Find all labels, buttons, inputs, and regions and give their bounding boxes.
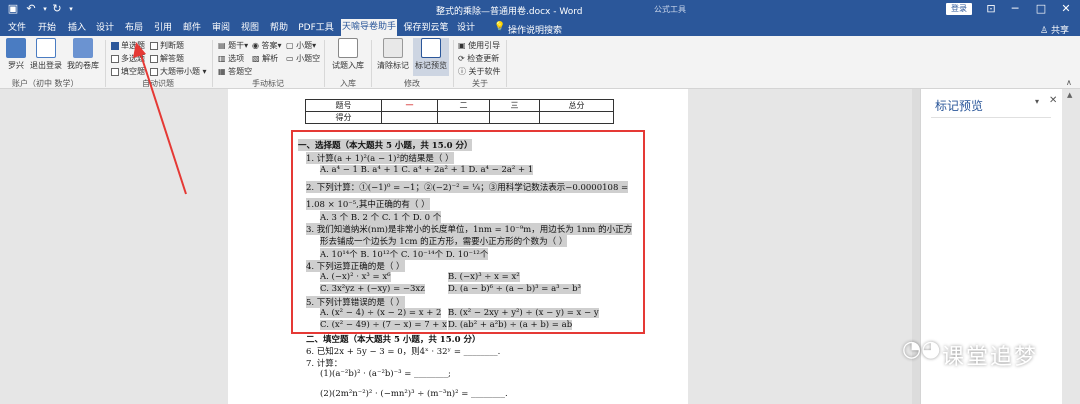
arrow-annotation	[133, 42, 187, 195]
